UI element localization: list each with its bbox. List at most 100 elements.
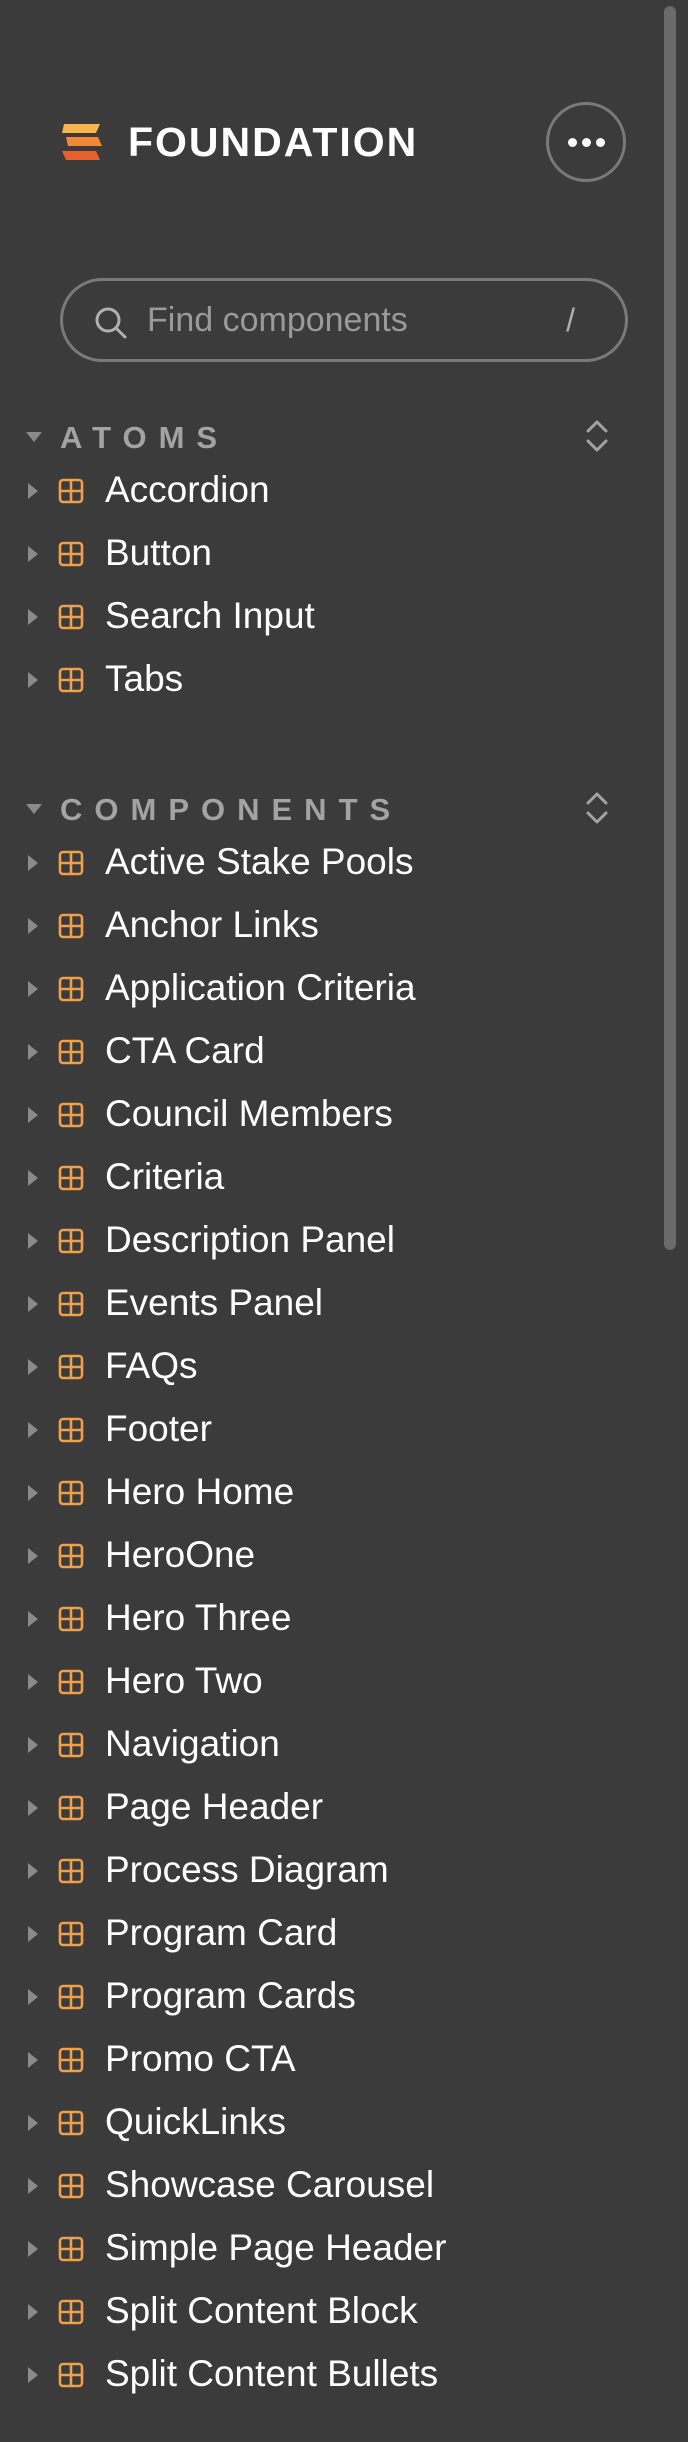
- search-box[interactable]: /: [60, 278, 628, 362]
- component-icon: [58, 1795, 84, 1821]
- tree-item-label: Events Panel: [105, 1282, 324, 1323]
- caret-right-icon: [28, 2052, 38, 2068]
- caret-right-icon: [28, 2304, 38, 2320]
- tree-item-label: Showcase Carousel: [105, 2164, 435, 2205]
- ellipsis-icon: [567, 137, 577, 147]
- component-icon: [58, 1984, 84, 2010]
- tree-item-label: Accordion: [105, 469, 270, 510]
- tree-item[interactable]: Program Card: [0, 1902, 640, 1965]
- component-icon: [58, 667, 84, 693]
- tree-item[interactable]: Simple Page Header: [0, 2217, 640, 2280]
- tree-item[interactable]: CTA Card: [0, 1020, 640, 1083]
- tree-item-label: Council Members: [105, 1093, 393, 1134]
- tree-item[interactable]: QuickLinks: [0, 2091, 640, 2154]
- caret-right-icon: [28, 2178, 38, 2194]
- sidebar: FOUNDATION / ATOMS Accordion Button Search …: [0, 0, 688, 2442]
- caret-right-icon: [28, 1044, 38, 1060]
- tree-item-label: Tabs: [105, 658, 184, 699]
- tree-item[interactable]: Criteria: [0, 1146, 640, 1209]
- component-icon: [58, 913, 84, 939]
- component-icon: [58, 1228, 84, 1254]
- component-icon: [58, 1291, 84, 1317]
- tree-item-label: Anchor Links: [105, 904, 319, 945]
- caret-right-icon: [28, 855, 38, 871]
- component-icon: [58, 1669, 84, 1695]
- caret-right-icon: [28, 609, 38, 625]
- component-icon: [58, 976, 84, 1002]
- tree-item-label: Program Card: [105, 1912, 338, 1953]
- component-icon: [58, 1858, 84, 1884]
- scrollbar-thumb[interactable]: [664, 6, 676, 1250]
- tree-item-label: Hero Three: [105, 1597, 292, 1638]
- component-icon: [58, 1102, 84, 1128]
- tree-item[interactable]: Button: [0, 522, 640, 585]
- tree-item[interactable]: Anchor Links: [0, 894, 640, 957]
- tree-item-label: Description Panel: [105, 1219, 395, 1260]
- tree-item[interactable]: Showcase Carousel: [0, 2154, 640, 2217]
- tree-item[interactable]: Council Members: [0, 1083, 640, 1146]
- component-icon: [58, 1165, 84, 1191]
- caret-right-icon: [28, 981, 38, 997]
- tree-item-label: FAQs: [105, 1345, 198, 1386]
- search-shortcut-hint: /: [566, 302, 575, 338]
- tree-item[interactable]: Split Content Block: [0, 2280, 640, 2343]
- tree-item[interactable]: Navigation: [0, 1713, 640, 1776]
- component-icon: [58, 2299, 84, 2325]
- caret-right-icon: [28, 1926, 38, 1942]
- tree-item-label: Navigation: [105, 1723, 280, 1764]
- tree-item[interactable]: Search Input: [0, 585, 640, 648]
- tree-item[interactable]: Program Cards: [0, 1965, 640, 2028]
- tree-item[interactable]: Promo CTA: [0, 2028, 640, 2091]
- component-icon: [58, 1543, 84, 1569]
- caret-right-icon: [28, 483, 38, 499]
- caret-right-icon: [28, 1737, 38, 1753]
- brand[interactable]: FOUNDATION: [60, 120, 418, 164]
- component-icon: [58, 1480, 84, 1506]
- tree-item[interactable]: Split Content Bullets: [0, 2343, 640, 2406]
- tree-item[interactable]: Active Stake Pools: [0, 831, 640, 894]
- tree-item-label: Split Content Block: [105, 2290, 418, 2331]
- component-icon: [58, 2362, 84, 2388]
- tree-item-label: Footer: [105, 1408, 212, 1449]
- brand-name: FOUNDATION: [128, 119, 419, 165]
- group-title: ATOMS: [60, 420, 230, 455]
- tree-item[interactable]: Accordion: [0, 459, 640, 522]
- tree-item[interactable]: Hero Two: [0, 1650, 640, 1713]
- tree-item-label: Search Input: [105, 595, 315, 636]
- component-icon: [58, 1921, 84, 1947]
- tree-item-label: Program Cards: [105, 1975, 356, 2016]
- caret-right-icon: [28, 546, 38, 562]
- search-input[interactable]: [147, 281, 567, 359]
- tree-item[interactable]: Application Criteria: [0, 957, 640, 1020]
- tree-item[interactable]: Process Diagram: [0, 1839, 640, 1902]
- tree-item[interactable]: Tabs: [0, 648, 640, 711]
- tree-item[interactable]: HeroOne: [0, 1524, 640, 1587]
- caret-right-icon: [28, 1989, 38, 2005]
- caret-right-icon: [28, 1611, 38, 1627]
- caret-right-icon: [28, 1233, 38, 1249]
- component-icon: [58, 1732, 84, 1758]
- tree-item-label: Button: [105, 532, 212, 573]
- ellipsis-dot: [595, 137, 605, 147]
- tree-item-label: CTA Card: [105, 1030, 265, 1071]
- component-icon: [58, 2047, 84, 2073]
- more-options-button[interactable]: [546, 102, 626, 182]
- tree-item-label: Simple Page Header: [105, 2227, 447, 2268]
- caret-right-icon: [28, 672, 38, 688]
- caret-right-icon: [28, 1548, 38, 1564]
- tree-item[interactable]: Page Header: [0, 1776, 640, 1839]
- component-icon: [58, 478, 84, 504]
- tree-item[interactable]: FAQs: [0, 1335, 640, 1398]
- caret-down-icon: [26, 432, 42, 442]
- caret-right-icon: [28, 1422, 38, 1438]
- expand-collapse-icon: [586, 792, 608, 824]
- tree-item-label: Split Content Bullets: [105, 2353, 439, 2394]
- tree-item-label: HeroOne: [105, 1534, 256, 1575]
- caret-down-icon: [26, 804, 42, 814]
- tree-item[interactable]: Footer: [0, 1398, 640, 1461]
- tree-item[interactable]: Hero Home: [0, 1461, 640, 1524]
- tree-item-label: Hero Home: [105, 1471, 295, 1512]
- tree-item[interactable]: Description Panel: [0, 1209, 640, 1272]
- tree-item[interactable]: Hero Three: [0, 1587, 640, 1650]
- tree-item[interactable]: Events Panel: [0, 1272, 640, 1335]
